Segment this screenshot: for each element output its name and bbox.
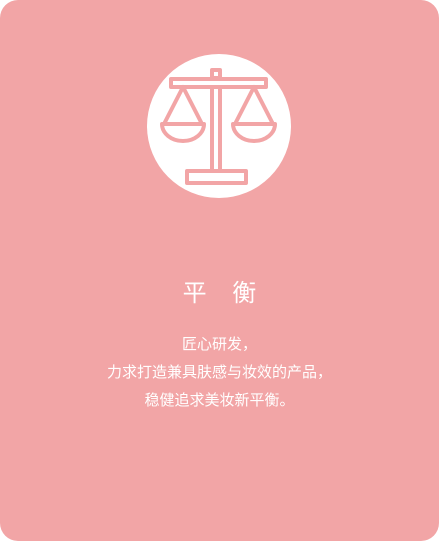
feature-card: 平 衡 匠心研发， 力求打造兼具肤感与妆效的产品， 稳健追求美妆新平衡。 xyxy=(0,0,439,541)
card-description: 匠心研发， 力求打造兼具肤感与妆效的产品， 稳健追求美妆新平衡。 xyxy=(0,330,439,414)
description-line: 力求打造兼具肤感与妆效的产品， xyxy=(106,363,332,381)
balance-scale-icon xyxy=(160,68,277,185)
card-title: 平 衡 xyxy=(182,279,266,307)
description-line: 稳健追求美妆新平衡。 xyxy=(144,391,295,409)
description-line: 匠心研发， xyxy=(181,335,257,353)
icon-circle xyxy=(147,54,291,198)
